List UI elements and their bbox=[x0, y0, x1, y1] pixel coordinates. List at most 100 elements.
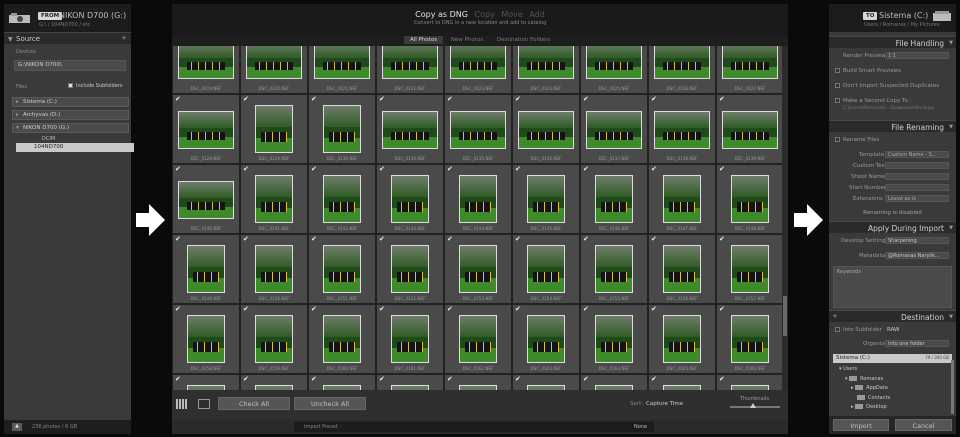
photo-checkbox[interactable]: ✔ bbox=[243, 235, 249, 243]
photo-cell[interactable]: ✔ DSC_4151.NEF bbox=[308, 234, 376, 304]
photo-thumbnail[interactable] bbox=[527, 245, 565, 293]
photo-checkbox[interactable]: ✔ bbox=[651, 235, 657, 243]
photo-checkbox[interactable]: ✔ bbox=[515, 95, 521, 103]
tab-destination-folders[interactable]: Destination Folders bbox=[491, 36, 556, 44]
file-renaming-header[interactable]: File Renaming ▼ bbox=[829, 120, 956, 132]
photo-checkbox[interactable]: ✔ bbox=[379, 235, 385, 243]
scroll-thumb[interactable] bbox=[783, 296, 787, 336]
photo-thumbnail[interactable] bbox=[459, 315, 497, 363]
photo-checkbox[interactable]: ✔ bbox=[515, 305, 521, 313]
photo-thumbnail[interactable] bbox=[654, 46, 710, 79]
uncheck-all-button[interactable]: Uncheck All bbox=[294, 397, 366, 410]
photo-thumbnail[interactable] bbox=[178, 111, 234, 149]
source-panel-header[interactable]: ▼ Source + bbox=[4, 32, 131, 44]
dest-device-name[interactable]: Sistema (C:) bbox=[879, 11, 928, 20]
custom-text-input[interactable] bbox=[885, 162, 949, 169]
grid-scrollbar[interactable] bbox=[782, 46, 788, 390]
template-dropdown[interactable]: Custom Name - S... bbox=[885, 151, 949, 158]
volume-sistema[interactable]: ▸ Sistema (C:) bbox=[12, 97, 129, 107]
photo-cell[interactable]: ✔ bbox=[172, 374, 240, 390]
tree-appdata[interactable]: ▸ AppData bbox=[851, 385, 888, 391]
photo-cell[interactable]: ✔ bbox=[648, 374, 716, 390]
photo-checkbox[interactable]: ✔ bbox=[311, 375, 317, 383]
photo-cell[interactable]: ✔ DSC_4155.NEF bbox=[580, 234, 648, 304]
keywords-field[interactable]: Keywords bbox=[833, 266, 952, 308]
photo-cell[interactable]: ✔ DSC_4140.NEF bbox=[172, 164, 240, 234]
mode-add[interactable]: Add bbox=[529, 10, 545, 19]
include-subfolders-checkbox[interactable] bbox=[68, 83, 73, 88]
start-number-input[interactable] bbox=[885, 184, 949, 191]
organize-dropdown[interactable]: Into one folder bbox=[885, 340, 949, 347]
rename-files-checkbox[interactable] bbox=[835, 137, 840, 142]
photo-cell[interactable]: ✔ DSC_4134.NEF bbox=[376, 94, 444, 164]
sort-dropdown[interactable]: Capture Time bbox=[646, 401, 683, 407]
photo-cell[interactable]: ✔ DSC_4145.NEF bbox=[512, 164, 580, 234]
photo-thumbnail[interactable] bbox=[450, 111, 506, 149]
import-button[interactable]: Import bbox=[833, 419, 889, 431]
photo-thumbnail[interactable] bbox=[255, 315, 293, 363]
photo-cell[interactable]: ✔ bbox=[512, 374, 580, 390]
photo-checkbox[interactable]: ✔ bbox=[583, 95, 589, 103]
photo-thumbnail[interactable] bbox=[178, 181, 234, 219]
loupe-view-icon[interactable] bbox=[198, 399, 210, 409]
tree-romanas[interactable]: ▾ Romanas bbox=[845, 376, 883, 382]
apply-during-import-header[interactable]: Apply During Import ▼ bbox=[829, 221, 956, 233]
photo-cell[interactable]: ✔ DSC_4164.NEF bbox=[580, 304, 648, 374]
photo-cell[interactable]: ✔ DSC_4142.NEF bbox=[308, 164, 376, 234]
photo-thumbnail[interactable] bbox=[527, 315, 565, 363]
photo-checkbox[interactable]: ✔ bbox=[175, 95, 181, 103]
photo-checkbox[interactable]: ✔ bbox=[243, 305, 249, 313]
photo-thumbnail[interactable] bbox=[527, 175, 565, 223]
eject-icon[interactable]: ▲ bbox=[12, 423, 22, 431]
photo-thumbnail[interactable] bbox=[255, 245, 293, 293]
photo-thumbnail[interactable] bbox=[663, 315, 701, 363]
into-subfolder-checkbox[interactable] bbox=[835, 327, 840, 332]
photo-cell[interactable]: ✔ DSC_4153.NEF bbox=[444, 234, 512, 304]
photo-thumbnail[interactable] bbox=[314, 46, 370, 79]
photo-cell[interactable]: ✔ DSC_4165.NEF bbox=[648, 304, 716, 374]
photo-checkbox[interactable]: ✔ bbox=[651, 95, 657, 103]
photo-thumbnail[interactable] bbox=[450, 46, 506, 79]
plus-icon[interactable]: + bbox=[832, 312, 838, 320]
photo-checkbox[interactable]: ✔ bbox=[719, 165, 725, 173]
photo-checkbox[interactable]: ✔ bbox=[311, 95, 317, 103]
photo-checkbox[interactable]: ✔ bbox=[447, 95, 453, 103]
photo-checkbox[interactable]: ✔ bbox=[583, 235, 589, 243]
photo-cell[interactable]: ✔DSC_4123.NEF bbox=[444, 46, 512, 94]
photo-thumbnail[interactable] bbox=[323, 105, 361, 153]
photo-cell[interactable]: ✔ DSC_4136.NEF bbox=[512, 94, 580, 164]
photo-cell[interactable]: ✔ DSC_4160.NEF bbox=[308, 304, 376, 374]
photo-cell[interactable]: ✔ bbox=[444, 374, 512, 390]
photo-cell[interactable]: ✔ DSC_4150.NEF bbox=[240, 234, 308, 304]
photo-cell[interactable]: ✔ DSC_4143.NEF bbox=[376, 164, 444, 234]
photo-thumbnail[interactable] bbox=[323, 245, 361, 293]
photo-thumbnail[interactable] bbox=[178, 46, 234, 79]
photo-checkbox[interactable]: ✔ bbox=[175, 165, 181, 173]
volume-nikon[interactable]: ▾ NIKON D700 (G:) bbox=[12, 123, 129, 133]
photo-thumbnail[interactable] bbox=[663, 175, 701, 223]
photo-cell[interactable]: ✔ DSC_4147.NEF bbox=[648, 164, 716, 234]
photo-cell[interactable]: ✔ DSC_4138.NEF bbox=[648, 94, 716, 164]
photo-thumbnail[interactable] bbox=[323, 315, 361, 363]
import-preset-dropdown[interactable]: None bbox=[634, 424, 647, 430]
extensions-dropdown[interactable]: Leave as-is bbox=[885, 195, 949, 202]
source-device-name[interactable]: NIKON D700 (G:) bbox=[59, 11, 126, 20]
photo-checkbox[interactable]: ✔ bbox=[243, 95, 249, 103]
subfolder-name-input[interactable]: RAW bbox=[887, 327, 900, 333]
photo-thumbnail[interactable] bbox=[459, 175, 497, 223]
photo-cell[interactable]: ✔ DSC_4154.NEF bbox=[512, 234, 580, 304]
shoot-name-input[interactable] bbox=[885, 173, 949, 180]
photo-checkbox[interactable]: ✔ bbox=[583, 375, 589, 383]
photo-thumbnail[interactable] bbox=[382, 46, 438, 79]
photo-checkbox[interactable]: ✔ bbox=[379, 305, 385, 313]
photo-thumbnail[interactable] bbox=[586, 46, 642, 79]
photo-cell[interactable]: ✔ DSC_4163.NEF bbox=[512, 304, 580, 374]
photo-cell[interactable]: ✔DSC_4126.NEF bbox=[648, 46, 716, 94]
photo-cell[interactable]: ✔DSC_4119.NEF bbox=[172, 46, 240, 94]
plus-icon[interactable]: + bbox=[121, 34, 127, 42]
tab-all-photos[interactable]: All Photos bbox=[403, 36, 444, 44]
photo-cell[interactable]: ✔ DSC_4135.NEF bbox=[444, 94, 512, 164]
photo-checkbox[interactable]: ✔ bbox=[447, 235, 453, 243]
photo-thumbnail[interactable] bbox=[595, 315, 633, 363]
photo-cell[interactable]: ✔ DSC_4161.NEF bbox=[376, 304, 444, 374]
